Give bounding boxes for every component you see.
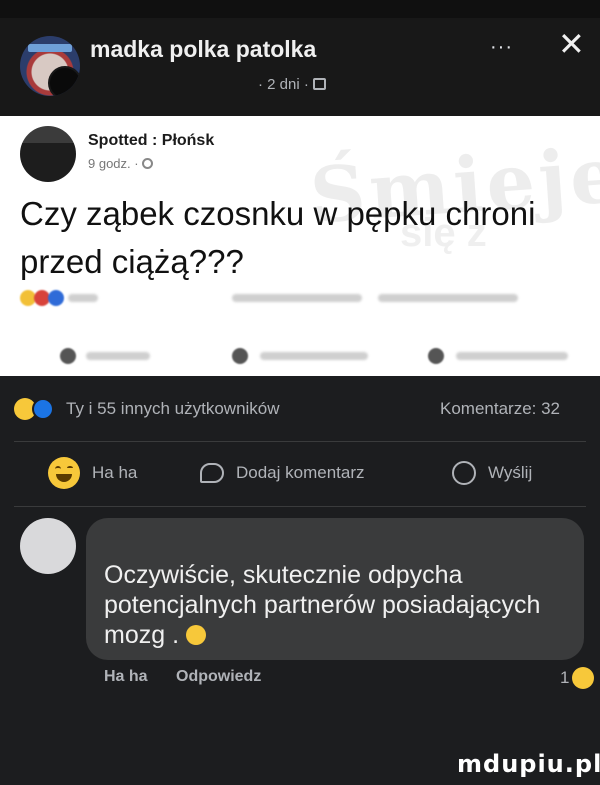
comment-bubble: Oczywiście, skutecznie odpycha potencjal…: [86, 518, 584, 660]
add-comment-button[interactable]: Dodaj komentarz: [200, 458, 365, 488]
group-avatar-banner: [28, 44, 72, 52]
comments-count[interactable]: Komentarze: 32: [440, 399, 560, 419]
smiling-emoji-icon: [185, 625, 206, 645]
blurred-reaction-icon: [48, 290, 64, 306]
reaction-icons[interactable]: [14, 398, 58, 420]
more-options-icon[interactable]: ···: [490, 36, 513, 59]
blurred-text: [456, 352, 568, 360]
audience-icon: [313, 78, 327, 90]
blurred-text: [260, 352, 368, 360]
site-watermark: mdupiu.pl: [457, 750, 600, 778]
blurred-text: [86, 352, 150, 360]
blurred-text: [232, 294, 362, 302]
comment-haha-button[interactable]: Ha ha: [104, 668, 148, 686]
divider: [14, 506, 586, 507]
comment-bubble-icon: [200, 463, 224, 483]
blurred-text: [378, 294, 518, 302]
post-time: · 2 dni ·: [258, 76, 309, 93]
messenger-icon: [452, 461, 476, 485]
shared-post-image[interactable]: Śmiejemy się z Spotted : Płońsk 9 godz. …: [0, 116, 600, 376]
status-bar: [0, 0, 600, 18]
shared-post-headline: Czy ząbek czosnku w pępku chroni przed c…: [20, 195, 536, 280]
shared-page-avatar: [20, 126, 76, 182]
group-name[interactable]: madka polka patolka: [90, 36, 316, 63]
laughing-emoji-icon: [48, 457, 80, 489]
blurred-action-icon: [232, 348, 248, 364]
post-meta: · 2 dni ·: [258, 76, 327, 93]
globe-icon: [142, 158, 154, 169]
send-label: Wyślij: [488, 463, 533, 482]
commenter-avatar[interactable]: [20, 518, 76, 574]
shared-page-time: 9 godz. ·: [88, 156, 154, 171]
comment-text: Oczywiście, skutecznie odpycha potencjal…: [104, 561, 541, 649]
reaction-label: Ha ha: [92, 463, 138, 482]
divider: [14, 441, 586, 442]
shared-page-name: Spotted : Płońsk: [88, 132, 215, 149]
laughing-emoji-icon: [572, 667, 594, 689]
like-reaction-icon: [32, 398, 54, 420]
haha-reaction-button[interactable]: Ha ha: [48, 457, 138, 489]
blurred-action-icon: [428, 348, 444, 364]
blurred-action-icon: [60, 348, 76, 364]
post-header: [0, 18, 600, 116]
send-button[interactable]: Wyślij: [452, 458, 532, 488]
comment-reaction-count[interactable]: 1: [560, 668, 569, 688]
reply-button[interactable]: Odpowiedz: [176, 668, 261, 686]
reaction-stats: Ty i 55 innych użytkowników Komentarze: …: [0, 376, 600, 444]
add-comment-label: Dodaj komentarz: [236, 463, 365, 482]
author-avatar-badge: [48, 66, 80, 96]
blurred-text: [68, 294, 98, 302]
reactors-summary[interactable]: Ty i 55 innych użytkowników: [66, 399, 280, 419]
close-icon[interactable]: ✕: [558, 28, 585, 60]
group-avatar[interactable]: [20, 36, 80, 96]
